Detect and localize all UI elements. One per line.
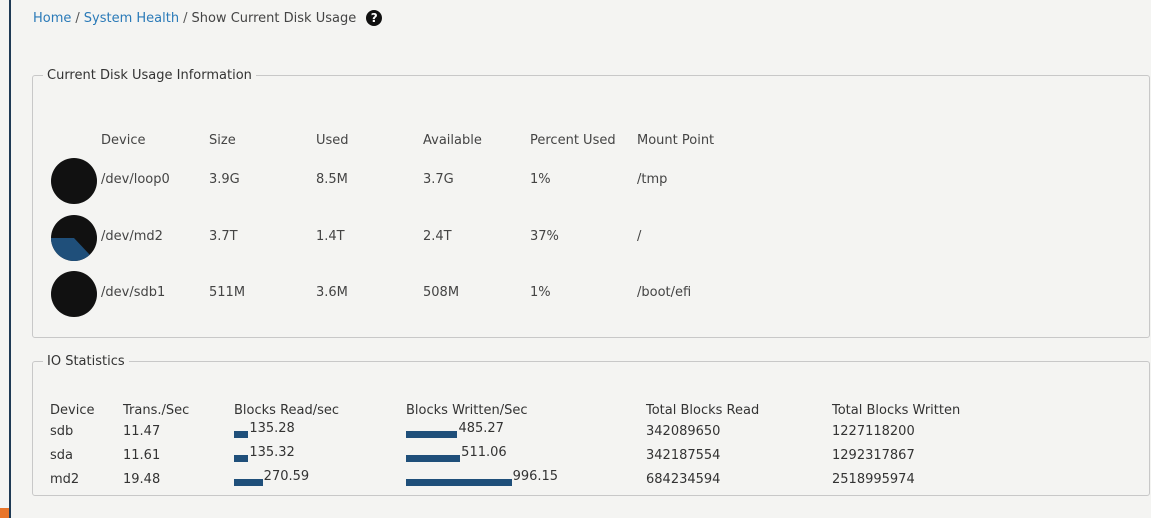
breadcrumb: Home / System Health / Show Current Disk… — [33, 10, 383, 26]
io-total-read: 342187554 — [646, 448, 721, 463]
left-border — [9, 0, 11, 518]
io-col-total-read: Total Blocks Read — [646, 403, 760, 418]
io-col-trans: Trans./Sec — [123, 403, 190, 418]
disk-size: 3.7T — [209, 229, 238, 244]
breadcrumb-separator: / — [183, 10, 188, 26]
io-statistics-table: Device Trans./Sec Blocks Read/sec Blocks… — [33, 369, 1149, 495]
io-statistics-panel: IO Statistics Device Trans./Sec Blocks R… — [32, 354, 1150, 496]
io-blocks-written: 485.27 — [458, 421, 504, 436]
disk-size: 511M — [209, 285, 246, 300]
blocks-written-bar — [406, 455, 461, 462]
col-available: Available — [423, 133, 482, 148]
disk-mount: /tmp — [637, 172, 668, 187]
col-mount-point: Mount Point — [637, 133, 715, 148]
io-blocks-written: 996.15 — [512, 469, 559, 484]
usage-pie-icon — [51, 158, 97, 204]
disk-available: 2.4T — [423, 229, 452, 244]
disk-used: 3.6M — [316, 285, 348, 300]
disk-usage-panel: Current Disk Usage Information Device Si… — [32, 68, 1150, 338]
blocks-written-bar — [406, 479, 512, 486]
col-device: Device — [101, 133, 146, 148]
io-total-read: 342089650 — [646, 424, 721, 439]
disk-available: 508M — [423, 285, 460, 300]
io-col-blocks-written: Blocks Written/Sec — [406, 403, 528, 418]
blocks-read-bar — [234, 455, 249, 462]
io-col-blocks-read: Blocks Read/sec — [234, 403, 340, 418]
io-total-written: 2518995974 — [832, 472, 915, 487]
disk-mount: /boot/efi — [637, 285, 692, 300]
io-blocks-read: 135.32 — [249, 445, 295, 460]
breadcrumb-current: Show Current Disk Usage — [191, 10, 357, 26]
disk-device: /dev/sdb1 — [101, 285, 166, 300]
disk-device: /dev/loop0 — [101, 172, 170, 187]
io-device: md2 — [50, 472, 80, 487]
blocks-read-bar — [234, 431, 249, 438]
disk-device: /dev/md2 — [101, 229, 163, 244]
disk-percent: 37% — [530, 229, 559, 244]
disk-mount: / — [637, 229, 642, 244]
disk-percent: 1% — [530, 172, 551, 187]
io-blocks-read: 135.28 — [249, 421, 295, 436]
disk-used: 8.5M — [316, 172, 348, 187]
col-percent-used: Percent Used — [530, 133, 616, 148]
usage-pie-icon — [51, 215, 97, 261]
usage-pie-icon — [51, 271, 97, 317]
io-statistics-legend: IO Statistics — [47, 354, 125, 369]
io-col-total-written: Total Blocks Written — [832, 403, 961, 418]
io-trans: 11.61 — [123, 448, 161, 463]
col-size: Size — [209, 133, 236, 148]
disk-used: 1.4T — [316, 229, 345, 244]
io-total-written: 1227118200 — [832, 424, 915, 439]
io-device: sdb — [50, 424, 74, 439]
io-col-device: Device — [50, 403, 95, 418]
disk-available: 3.7G — [423, 172, 454, 187]
blocks-written-bar — [406, 431, 458, 438]
breadcrumb-separator: / — [75, 10, 80, 26]
col-used: Used — [316, 133, 349, 148]
io-device: sda — [50, 448, 73, 463]
breadcrumb-home-link[interactable]: Home — [33, 11, 71, 26]
io-blocks-read: 270.59 — [263, 469, 310, 484]
disk-size: 3.9G — [209, 172, 240, 187]
io-trans: 19.48 — [123, 472, 161, 487]
corner-accent — [0, 508, 9, 518]
disk-usage-legend: Current Disk Usage Information — [47, 68, 252, 83]
io-total-written: 1292317867 — [832, 448, 915, 463]
help-icon[interactable]: ? — [366, 10, 383, 26]
io-total-read: 684234594 — [646, 472, 721, 487]
io-blocks-written: 511.06 — [461, 445, 507, 460]
disk-percent: 1% — [530, 285, 551, 300]
blocks-read-bar — [234, 479, 263, 486]
breadcrumb-system-health-link[interactable]: System Health — [84, 11, 179, 26]
io-trans: 11.47 — [123, 424, 161, 439]
